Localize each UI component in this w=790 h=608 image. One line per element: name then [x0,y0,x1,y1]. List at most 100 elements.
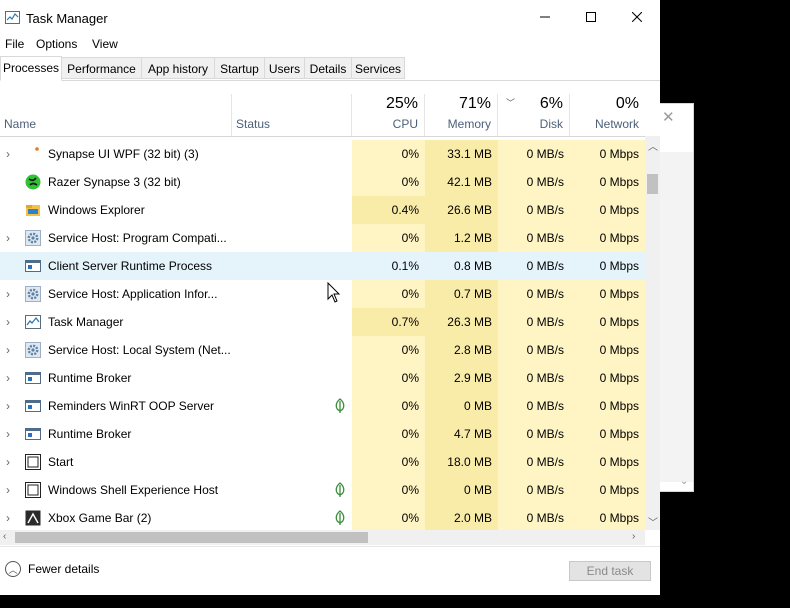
tab-processes[interactable]: Processes [0,56,62,81]
process-name: Synapse UI WPF (32 bit) (3) [48,147,199,161]
column-status[interactable]: Status [232,94,352,136]
expand-chevron-icon[interactable]: › [6,315,10,329]
cpu-total-percent: 25% [385,95,418,112]
menu-options[interactable]: Options [36,37,77,51]
expand-chevron-icon[interactable]: › [6,399,10,413]
scroll-right-icon[interactable]: › [632,531,635,542]
process-row[interactable]: › Start 0% 18.0 MB 0 MB/s 0 Mbps [0,448,645,476]
disk-total-percent: 6% [539,95,563,112]
process-memory: 26.6 MB [425,196,498,224]
process-row[interactable]: Razer Synapse 3 (32 bit) 0% 42.1 MB 0 MB/s 0… [0,168,645,196]
column-memory[interactable]: 71% Memory [425,94,498,136]
footer: ︿ Fewer details End task [0,546,660,595]
process-name: Runtime Broker [48,427,132,441]
fewer-details-button[interactable]: ︿ Fewer details [5,561,99,577]
horizontal-scroll-thumb[interactable] [15,532,368,543]
process-name: Start [48,455,74,469]
network-total-percent: 0% [615,95,639,112]
process-disk: 0 MB/s [498,168,570,196]
process-cpu: 0% [352,168,425,196]
expand-chevron-icon[interactable]: › [6,343,10,357]
column-cpu[interactable]: 25% CPU [352,94,425,136]
close-button[interactable] [614,0,660,34]
process-disk: 0 MB/s [498,448,570,476]
efficiency-leaf-icon [334,510,346,529]
maximize-button[interactable] [568,0,614,34]
process-memory: 18.0 MB [425,448,498,476]
vertical-scroll-thumb[interactable] [647,174,658,194]
process-row[interactable]: › Reminders WinRT OOP Server 0% 0 MB 0 MB/s 0… [0,392,645,420]
tab-startup[interactable]: Startup [215,57,265,79]
column-cpu-label: CPU [392,117,418,131]
process-network: 0 Mbps [599,259,639,273]
process-row[interactable]: › Windows Shell Experience Host 0% 0 MB 0 MB… [0,476,645,504]
process-disk: 0 MB/s [498,476,570,504]
close-icon [632,12,642,22]
process-cpu: 0.7% [352,308,425,336]
process-cpu: 0% [352,140,425,168]
menu-view[interactable]: View [92,37,118,51]
process-cpu: 0% [352,476,425,504]
process-memory: 0.7 MB [425,280,498,308]
process-row[interactable]: Windows Explorer 0.4% 26.6 MB 0 MB/s 0 Mbps [0,196,645,224]
process-disk: 0 MB/s [498,504,570,530]
column-memory-label: Memory [447,117,491,131]
tab-users[interactable]: Users [265,57,305,79]
process-network: 0 Mbps [570,504,645,530]
tab-app-history[interactable]: App history [142,57,215,79]
column-name[interactable]: Name [0,94,232,136]
process-row[interactable]: › Service Host: Local System (Net... 0% 2.8… [0,336,645,364]
process-row[interactable]: › Task Manager 0.7% 26.3 MB 0 MB/s 0 Mbps [0,308,645,336]
scroll-left-icon[interactable]: ‹ [3,531,6,542]
process-row[interactable]: Client Server Runtime Process 0.1% 0.8 MB 0… [0,252,645,280]
tab-services[interactable]: Services [352,57,405,79]
process-row[interactable]: › Xbox Game Bar (2) 0% 2.0 MB 0 MB/s 0 Mbps [0,504,645,530]
column-network[interactable]: 0% Network [570,94,645,136]
column-disk[interactable]: ﹀ 6% Disk [498,94,570,136]
process-row[interactable]: › Runtime Broker 0% 2.9 MB 0 MB/s 0 Mbps [0,364,645,392]
expand-chevron-icon[interactable]: › [6,287,10,301]
menu-file[interactable]: File [5,37,24,51]
process-memory: 42.1 MB [425,168,498,196]
expand-chevron-icon[interactable]: › [6,231,10,245]
process-row[interactable]: › Runtime Broker 0% 4.7 MB 0 MB/s 0 Mbps [0,420,645,448]
process-memory: 2.0 MB [425,504,498,530]
process-network: 0 Mbps [570,168,645,196]
end-task-button[interactable]: End task [569,561,651,581]
expand-chevron-icon[interactable]: › [6,427,10,441]
expand-chevron-icon[interactable]: › [6,455,10,469]
process-memory: 2.9 MB [425,364,498,392]
process-name: Xbox Game Bar (2) [48,511,152,525]
expand-chevron-icon[interactable]: › [6,371,10,385]
process-memory: 0 MB [425,476,498,504]
tab-bar: Processes Performance App history Startu… [0,56,660,81]
expand-chevron-icon[interactable]: › [6,147,10,161]
process-name: Service Host: Program Compati... [48,231,227,245]
process-memory: 1.2 MB [425,224,498,252]
tab-details[interactable]: Details [305,57,352,79]
process-name: Service Host: Local System (Net... [48,343,231,357]
tab-performance[interactable]: Performance [62,57,142,79]
xbox-game-bar-icon [25,510,41,526]
horizontal-scrollbar[interactable]: ‹ › [0,530,645,545]
scroll-down-icon[interactable]: ﹀ [648,514,658,529]
task-manager-icon [25,314,41,330]
fewer-details-label: Fewer details [28,562,100,576]
process-disk: 0 MB/s [526,259,564,273]
expand-chevron-icon[interactable]: › [6,511,10,525]
minimize-button[interactable] [522,0,568,34]
vertical-scrollbar[interactable]: ︿ ﹀ [645,136,660,530]
title-bar[interactable]: Task Manager [0,0,660,34]
process-row[interactable]: › Service Host: Program Compati... 0% 1.2 M… [0,224,645,252]
process-memory: 4.7 MB [425,420,498,448]
expand-chevron-icon[interactable]: › [6,483,10,497]
scroll-up-icon[interactable]: ︿ [648,138,658,153]
process-row[interactable]: › Synapse UI WPF (32 bit) (3) 0% 33.1 MB 0 M… [0,140,645,168]
process-row[interactable]: › Service Host: Application Infor... 0% 0.7… [0,280,645,308]
process-network: 0 Mbps [570,308,645,336]
process-cpu: 0% [352,280,425,308]
column-disk-label: Disk [539,117,563,131]
process-disk: 0 MB/s [498,308,570,336]
menu-bar: File Options View [0,34,660,54]
process-memory: 2.8 MB [425,336,498,364]
